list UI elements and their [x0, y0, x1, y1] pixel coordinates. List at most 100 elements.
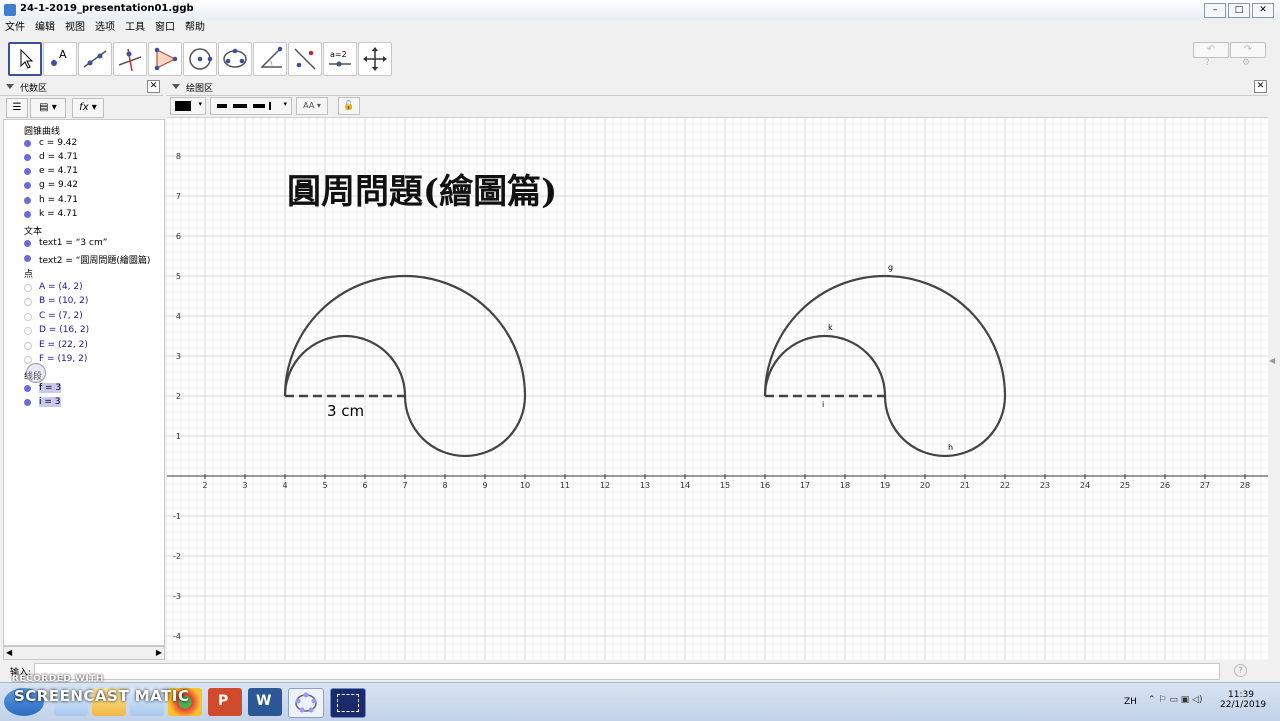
- visibility-toggle[interactable]: [24, 313, 32, 321]
- object-definition: C = (7, 2): [39, 311, 83, 321]
- powerpoint-icon[interactable]: P: [208, 688, 242, 716]
- visibility-toggle[interactable]: [24, 399, 31, 406]
- x-tick-label: 3: [242, 481, 247, 490]
- move-tool-button[interactable]: [8, 42, 42, 76]
- close-button[interactable]: ✕: [1252, 3, 1274, 18]
- menu-tools[interactable]: 工具: [120, 20, 150, 36]
- x-tick-label: 11: [560, 481, 570, 490]
- angle-tool-button[interactable]: [253, 42, 287, 76]
- object-definition: k = 4.71: [39, 209, 78, 219]
- visibility-toggle[interactable]: [24, 182, 31, 189]
- visibility-toggle[interactable]: [24, 298, 32, 306]
- heading-text[interactable]: 圓周問題(繪圖篇): [287, 164, 557, 213]
- clock[interactable]: 11:39 22/1/2019: [1220, 690, 1266, 710]
- line-tool-button[interactable]: [78, 42, 112, 76]
- visibility-toggle[interactable]: [24, 168, 31, 175]
- y-tick-label: 4: [176, 312, 181, 321]
- geogebra-taskbar-icon[interactable]: [288, 688, 324, 718]
- visibility-toggle[interactable]: [24, 240, 31, 247]
- visibility-toggle[interactable]: [24, 356, 32, 364]
- input-bar: 输入: ?: [0, 660, 1280, 682]
- slider-tool-button[interactable]: a=2: [323, 42, 357, 76]
- settings-gear-icon[interactable]: ⚙: [1242, 58, 1250, 68]
- color-picker-button[interactable]: ▾: [170, 97, 206, 115]
- screen-recorder-icon[interactable]: [330, 688, 366, 718]
- x-tick-label: 9: [482, 481, 487, 490]
- close-graphics-panel-icon[interactable]: ✕: [1254, 80, 1267, 93]
- x-tick-label: 20: [920, 481, 930, 490]
- tray-icons[interactable]: ⌃ ⚐ ▭ ▣ ◁): [1148, 695, 1203, 705]
- reflect-tool-button[interactable]: [288, 42, 322, 76]
- move-view-tool-button[interactable]: [358, 42, 392, 76]
- input-help-button[interactable]: fx ▾: [72, 98, 104, 118]
- redo-button[interactable]: ↷: [1230, 42, 1266, 58]
- svg-text:A: A: [59, 48, 67, 61]
- collapse-triangle-icon[interactable]: [172, 84, 180, 89]
- circle-tool-icon: [189, 48, 213, 70]
- algebra-toolbar: ☰ ▤ ▾ fx ▾: [0, 97, 163, 119]
- circle-tool-button[interactable]: [183, 42, 217, 76]
- label-style-button[interactable]: AA ▾: [296, 97, 328, 115]
- main-toolbar: A a=2 ↶ ↷: [0, 38, 1280, 78]
- collapse-triangle-icon[interactable]: [6, 84, 14, 89]
- label-3cm[interactable]: 3 cm: [327, 402, 364, 420]
- visibility-toggle[interactable]: [24, 255, 31, 262]
- input-field[interactable]: [34, 663, 1220, 680]
- visibility-toggle[interactable]: [24, 211, 31, 218]
- label-g: g: [888, 263, 894, 272]
- expand-panel-icon[interactable]: ◀: [1269, 356, 1275, 365]
- move-tool-icon: [20, 48, 34, 69]
- menu-help[interactable]: 帮助: [180, 20, 210, 36]
- menu-edit[interactable]: 编辑: [30, 20, 60, 36]
- input-help-icon[interactable]: ?: [1234, 664, 1247, 677]
- y-tick-label: 3: [176, 352, 181, 361]
- visibility-toggle[interactable]: [24, 154, 31, 161]
- menu-view[interactable]: 视图: [60, 20, 90, 36]
- help-icon[interactable]: ?: [1205, 58, 1210, 68]
- x-tick-label: 27: [1200, 481, 1210, 490]
- word-icon[interactable]: W: [248, 688, 282, 716]
- category-label: 点: [24, 270, 34, 280]
- sort-by-button[interactable]: ▤ ▾: [30, 98, 66, 118]
- maximize-button[interactable]: □: [1228, 3, 1250, 18]
- visibility-toggle[interactable]: [24, 197, 31, 204]
- algebra-horizontal-scrollbar[interactable]: ◀ ▶: [3, 646, 165, 660]
- visibility-toggle[interactable]: [24, 327, 32, 335]
- conic-tool-icon: [223, 48, 247, 68]
- x-tick-label: 10: [520, 481, 530, 490]
- x-tick-label: 14: [680, 481, 690, 490]
- point-tool-button[interactable]: A: [43, 42, 77, 76]
- perpendicular-tool-button[interactable]: [113, 42, 147, 76]
- x-tick-label: 4: [282, 481, 287, 490]
- x-tick-label: 26: [1160, 481, 1170, 490]
- line-style-button[interactable]: ▾: [210, 97, 292, 115]
- y-tick-label: 1: [176, 432, 181, 441]
- right-shape-small-arc: [763, 334, 887, 397]
- visibility-toggle[interactable]: [24, 284, 32, 292]
- minimize-button[interactable]: –: [1204, 3, 1226, 18]
- visibility-toggle[interactable]: [24, 342, 32, 350]
- polygon-tool-button[interactable]: [148, 42, 182, 76]
- x-tick-label: 7: [402, 481, 407, 490]
- menu-options[interactable]: 选项: [90, 20, 120, 36]
- conic-tool-button[interactable]: [218, 42, 252, 76]
- x-tick-label: 23: [1040, 481, 1050, 490]
- language-indicator[interactable]: ZH: [1124, 697, 1137, 707]
- auxiliary-objects-button[interactable]: ☰: [6, 98, 28, 118]
- visibility-toggle[interactable]: [24, 385, 31, 392]
- lock-icon[interactable]: 🔓: [338, 97, 360, 115]
- point-tool-icon: A: [51, 48, 67, 66]
- undo-button[interactable]: ↶: [1193, 42, 1229, 58]
- close-algebra-panel-icon[interactable]: ✕: [147, 80, 160, 93]
- y-tick-label: 8: [176, 152, 181, 161]
- graphics-view[interactable]: 2 3 4 5 6 7 8 9 10 11 12 13 14 15 16 17 18 19 20 21 22 23 24 25…: [167, 117, 1268, 660]
- scroll-right-icon[interactable]: ▶: [156, 648, 162, 657]
- visibility-toggle[interactable]: [24, 140, 31, 147]
- menu-window[interactable]: 窗口: [150, 20, 180, 36]
- menu-file[interactable]: 文件: [0, 20, 30, 36]
- x-tick-label: 17: [800, 481, 810, 490]
- y-tick-label: 2: [176, 392, 181, 401]
- x-tick-label: 18: [840, 481, 850, 490]
- label-h: h: [948, 443, 954, 452]
- scroll-left-icon[interactable]: ◀: [6, 648, 12, 657]
